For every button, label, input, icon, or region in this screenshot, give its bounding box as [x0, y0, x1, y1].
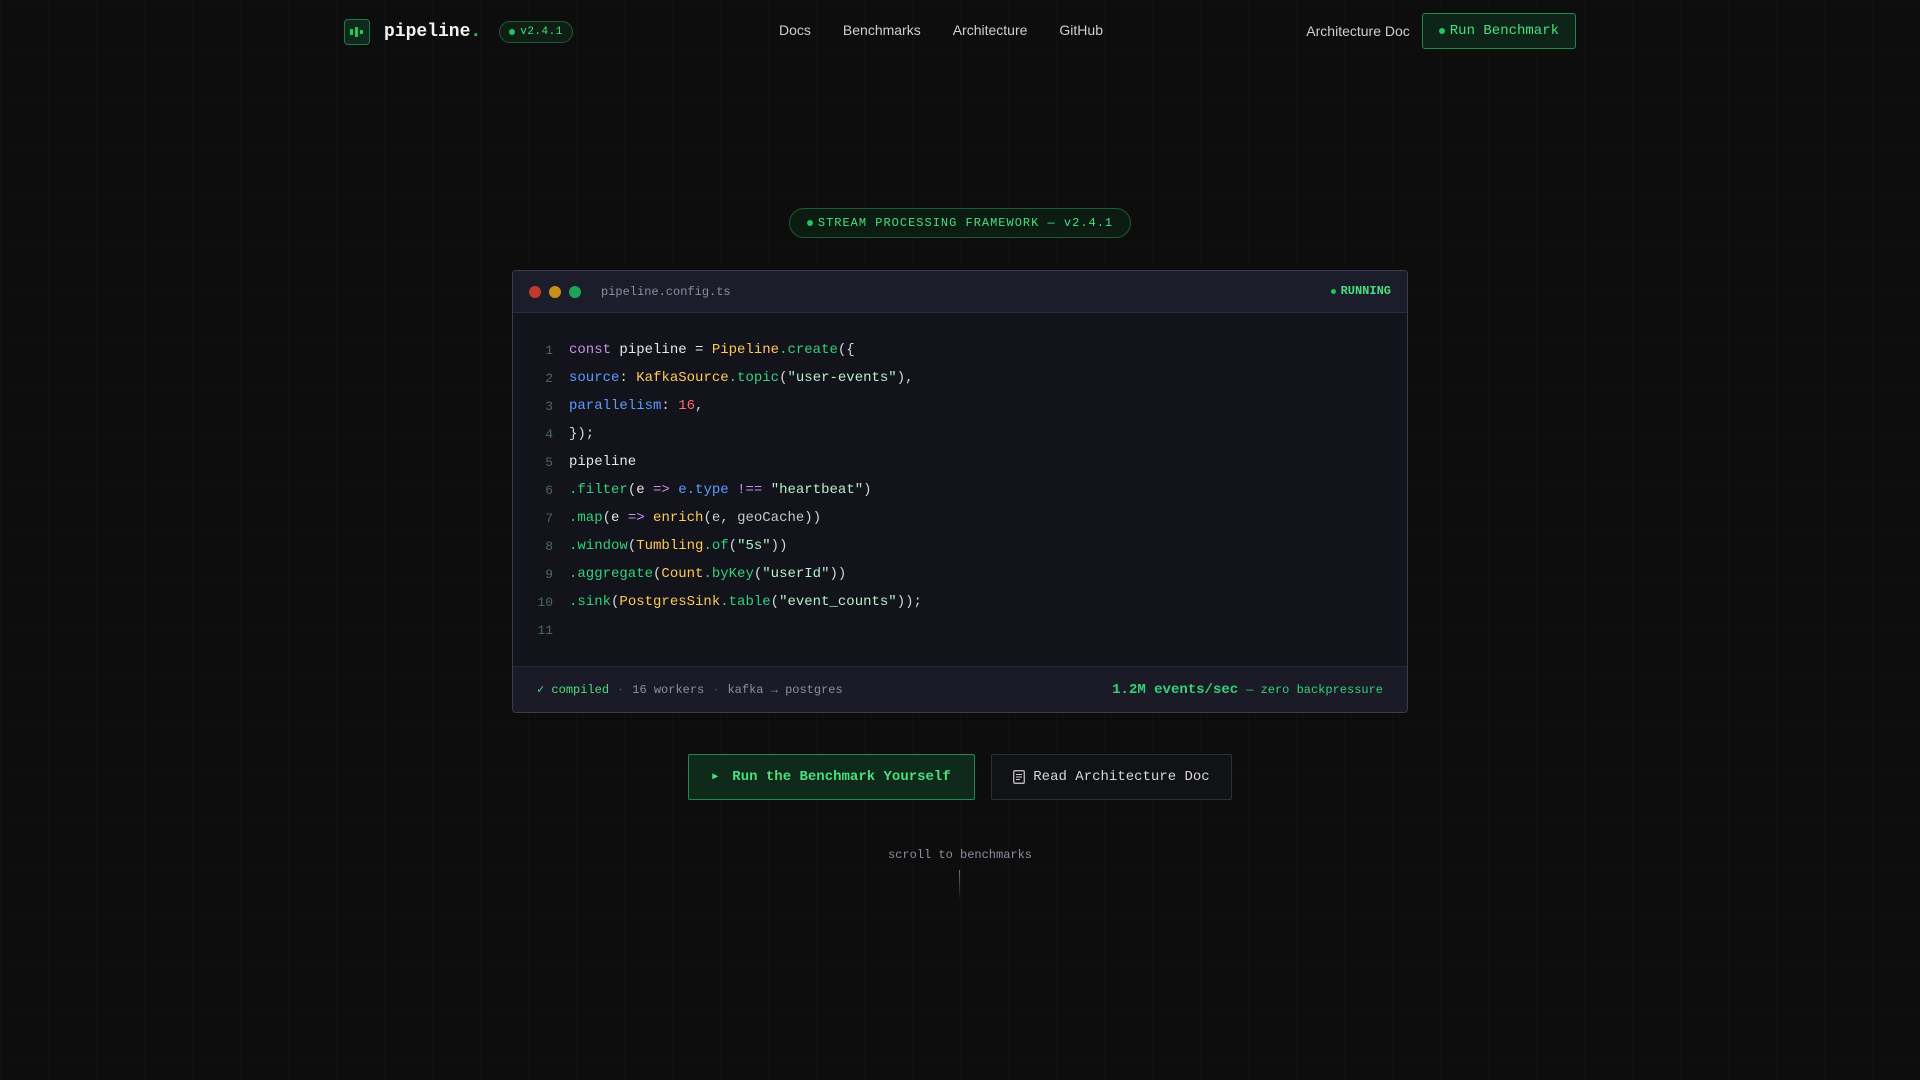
code-text: .aggregate(Count.byKey("userId")): [569, 566, 847, 582]
running-label: RUNNING: [1340, 284, 1391, 298]
brand-name: pipeline.: [384, 22, 482, 42]
code-text: .sink(PostgresSink.table("event_counts")…: [569, 594, 922, 610]
code-line: 2 source: KafkaSource.topic("user-events"…: [513, 364, 1407, 392]
nav-link-benchmarks[interactable]: Benchmarks: [843, 22, 921, 38]
version-label: v2.4.1: [520, 26, 563, 38]
nav-link-architecture[interactable]: Architecture: [953, 22, 1028, 38]
line-number: 7: [545, 510, 553, 526]
code-line: 10 .sink(PostgresSink.table("event_counts…: [513, 588, 1407, 616]
line-number: 6: [545, 482, 553, 498]
code-line: 9 .aggregate(Count.byKey("userId")): [513, 560, 1407, 588]
code-line: 4});: [513, 420, 1407, 448]
architecture-doc-link[interactable]: Architecture Doc: [1306, 23, 1409, 39]
scroll-indicator-line: [959, 870, 960, 900]
status-dot-icon: [1330, 288, 1336, 294]
maximize-dot-icon: [569, 285, 581, 298]
document-icon: [1013, 770, 1026, 784]
code-line: 5 pipeline: [513, 448, 1407, 476]
code-line: 8 .window(Tumbling.of("5s")): [513, 532, 1407, 560]
close-dot-icon: [529, 285, 541, 298]
top-nav: pipeline. v2.4.1 Docs Benchmarks Archite…: [0, 0, 1920, 64]
nav-link-github[interactable]: GitHub: [1059, 22, 1103, 38]
editor-footer: ✓ compiled · 16 workers · kafka → postgr…: [513, 666, 1407, 712]
compiled-status: ✓ compiled: [537, 683, 610, 697]
code-text: parallelism: 16,: [569, 398, 704, 414]
status-dot-icon: [806, 220, 813, 226]
scroll-hint: scroll to benchmarks: [887, 848, 1033, 862]
code-text: pipeline: [569, 454, 637, 470]
pipeline-logo-icon: [344, 19, 370, 45]
line-number: 5: [545, 454, 553, 470]
code-line: 6 .filter(e => e.type !== "heartbeat"): [513, 476, 1407, 504]
line-number: 4: [545, 426, 553, 442]
code-line: 11: [513, 616, 1407, 644]
hero-badge: STREAM PROCESSING FRAMEWORK — v2.4.1: [789, 208, 1131, 238]
nav-links: Docs Benchmarks Architecture GitHub: [779, 22, 1135, 38]
code-text: .window(Tumbling.of("5s")): [569, 538, 788, 554]
throughput-note: — zero backpressure: [1246, 682, 1383, 697]
workers-count: 16 workers: [632, 682, 705, 697]
code-editor-window: pipeline.config.ts RUNNING 1 const pipeli…: [512, 270, 1408, 713]
nav-actions: Architecture Doc Run Benchmark: [1306, 13, 1576, 49]
code-line: 7 .map(e => enrich(e, geoCache)): [513, 504, 1407, 532]
code-line: 1 const pipeline = Pipeline.create({: [513, 336, 1407, 364]
play-icon: ▶: [712, 772, 719, 783]
code-text: .map(e => enrich(e, geoCache)): [569, 510, 822, 526]
running-status: RUNNING: [1330, 284, 1391, 298]
status-dot-icon: [509, 29, 516, 35]
line-number: 1: [545, 342, 553, 358]
line-number: 3: [545, 398, 553, 414]
minimize-dot-icon: [549, 285, 561, 298]
run-benchmark-button[interactable]: Run Benchmark: [1421, 13, 1576, 49]
read-architecture-doc-label: Read Architecture Doc: [1033, 769, 1210, 785]
run-benchmark-yourself-label: Run the Benchmark Yourself: [732, 769, 951, 785]
code-text: source: KafkaSource.topic("user-events")…: [569, 370, 914, 386]
code-text: });: [569, 426, 595, 442]
route-label: kafka → postgres: [727, 682, 843, 697]
code-body: 1 const pipeline = Pipeline.create({ 2 sour…: [513, 313, 1407, 644]
status-dot-icon: [1438, 28, 1445, 34]
line-number: 10: [537, 594, 553, 610]
line-number: 8: [545, 538, 553, 554]
code-text: .filter(e => e.type !== "heartbeat"): [569, 482, 872, 498]
read-architecture-doc-button[interactable]: Read Architecture Doc: [991, 754, 1232, 800]
throughput-value: 1.2M events/sec: [1112, 681, 1239, 698]
hero-badge-label: STREAM PROCESSING FRAMEWORK — v2.4.1: [817, 216, 1114, 230]
brand[interactable]: pipeline. v2.4.1: [344, 18, 573, 46]
version-pill: v2.4.1: [499, 21, 573, 43]
editor-titlebar: pipeline.config.ts RUNNING: [513, 271, 1407, 313]
editor-filename: pipeline.config.ts: [601, 284, 731, 299]
nav-link-docs[interactable]: Docs: [779, 22, 811, 38]
run-benchmark-yourself-button[interactable]: ▶ Run the Benchmark Yourself: [688, 754, 975, 800]
run-benchmark-label: Run Benchmark: [1449, 23, 1559, 39]
line-number: 11: [537, 622, 553, 638]
line-number: 2: [545, 370, 553, 386]
line-number: 9: [545, 566, 553, 582]
window-controls: [529, 285, 589, 298]
code-text: const pipeline = Pipeline.create({: [569, 342, 855, 358]
code-line: 3 parallelism: 16,: [513, 392, 1407, 420]
